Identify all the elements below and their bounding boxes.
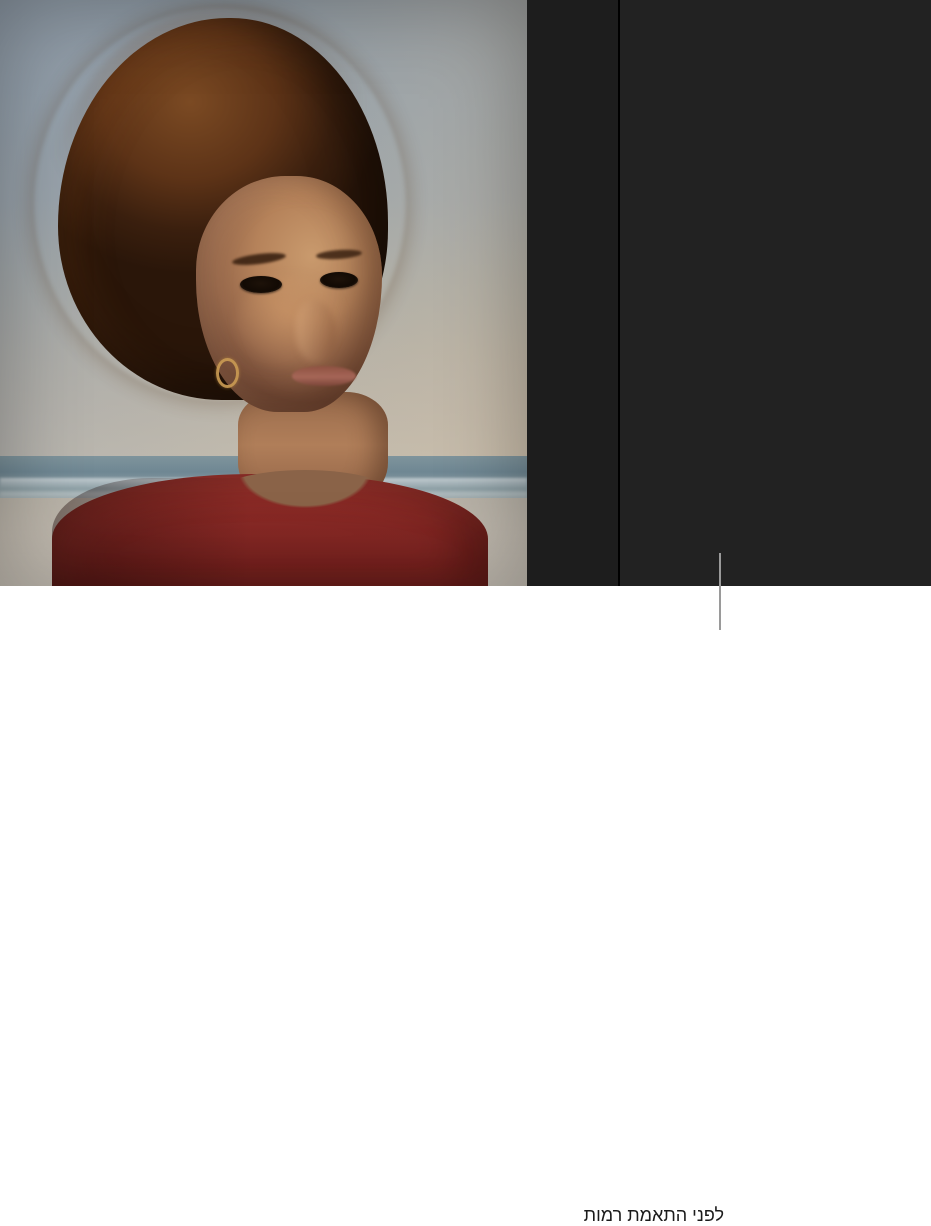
shoulder-shadow bbox=[52, 478, 252, 586]
adjust-sidebar: ADJUST › Portrait › bbox=[620, 0, 931, 586]
photos-app-window: ADJUST › Portrait › bbox=[0, 0, 931, 586]
leader-line bbox=[719, 553, 721, 630]
lips bbox=[292, 366, 356, 386]
photo-canvas[interactable] bbox=[0, 0, 527, 586]
earring bbox=[216, 358, 239, 388]
eye-left bbox=[240, 276, 282, 293]
nose bbox=[296, 300, 336, 362]
canvas-background bbox=[527, 0, 618, 586]
caption-text: לפני התאמת רמות bbox=[583, 1205, 724, 1225]
eye-right bbox=[320, 272, 358, 288]
caption-area: לפני התאמת רמות bbox=[0, 586, 931, 1225]
